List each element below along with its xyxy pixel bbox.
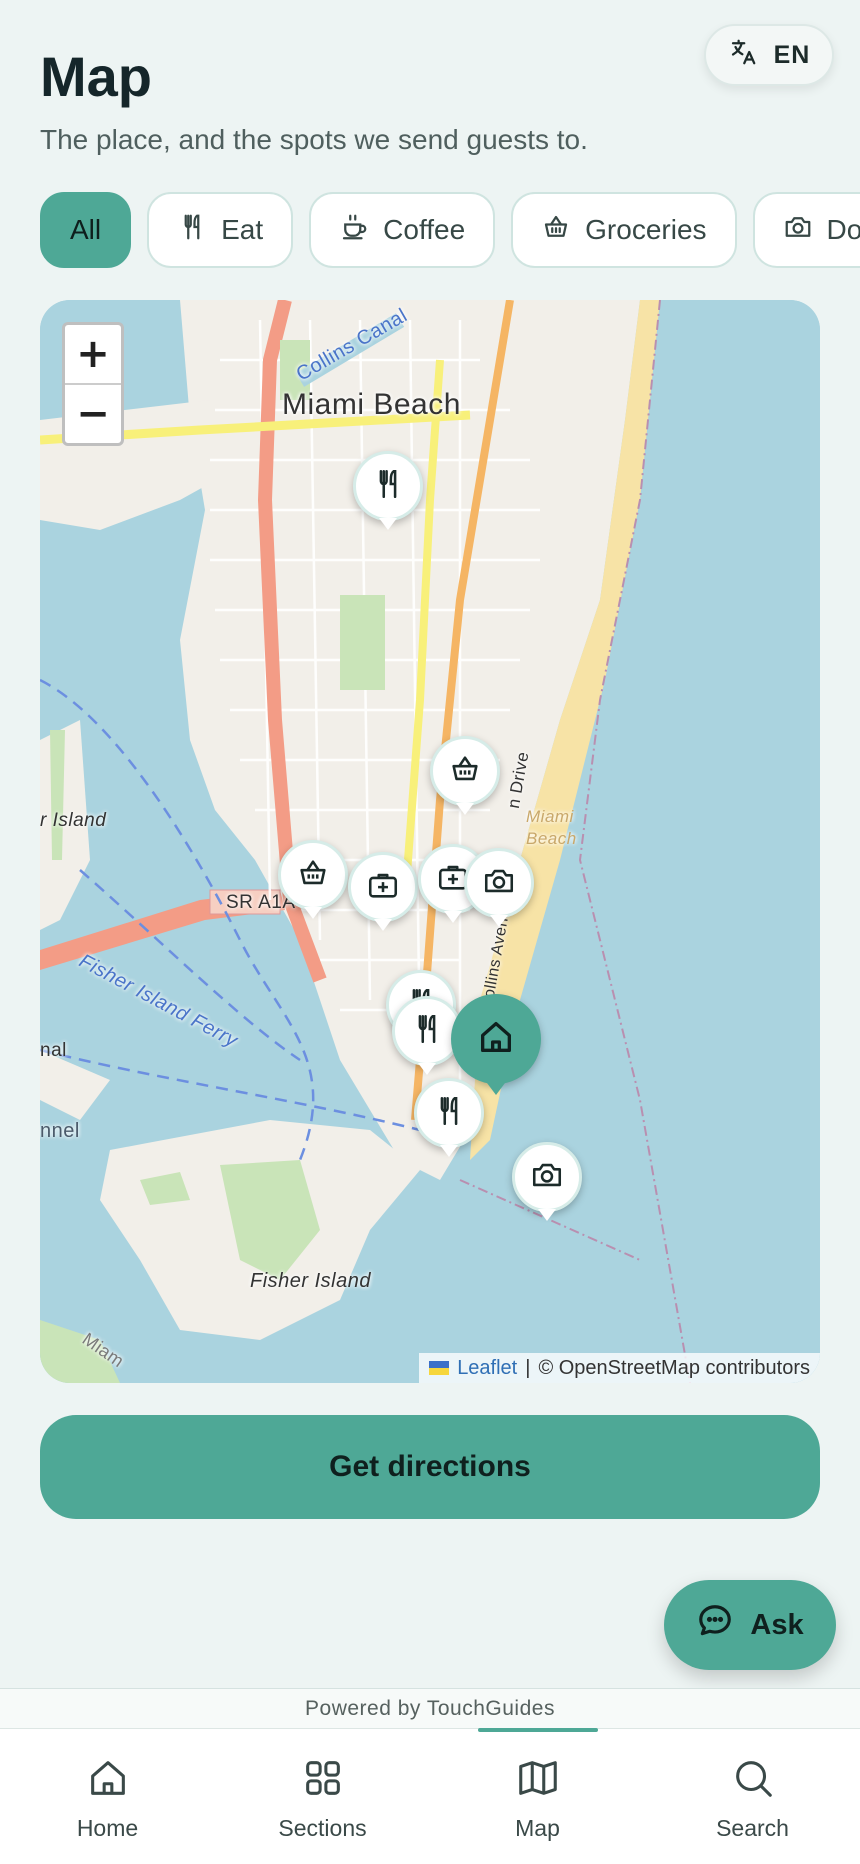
filter-chip-label: Groceries (585, 214, 707, 245)
map-marker-groceries[interactable] (278, 840, 348, 919)
tab-sections[interactable]: Sections (215, 1729, 430, 1864)
tab-search[interactable]: Search (645, 1729, 860, 1864)
tab-map[interactable]: Map (430, 1728, 645, 1864)
page-subtitle: The place, and the spots we send guests … (40, 124, 588, 155)
filter-chip-groceries[interactable]: Groceries (511, 192, 737, 268)
zoom-control: + − (62, 322, 124, 446)
camera-icon (783, 212, 813, 249)
coffee-cup-icon (339, 212, 369, 249)
zoom-out-button[interactable]: − (65, 383, 121, 443)
filter-chips: All Eat Coffee Groceries Do (40, 192, 860, 268)
tab-home[interactable]: Home (0, 1729, 215, 1864)
osm-attribution-link[interactable]: © OpenStreetMap contributors (538, 1357, 810, 1380)
basket-icon (448, 752, 482, 791)
tab-label: Map (515, 1815, 560, 1841)
filter-chip-do[interactable]: Do (752, 192, 860, 268)
fork-knife-icon (177, 212, 207, 249)
filter-chip-all[interactable]: All (40, 192, 132, 268)
zoom-in-button[interactable]: + (65, 325, 121, 383)
map-attribution: Leaflet | © OpenStreetMap contributors (419, 1353, 820, 1383)
ask-button[interactable]: Ask (664, 1580, 836, 1670)
fork-knife-icon (432, 1094, 466, 1133)
map-marker-do[interactable] (512, 1142, 582, 1221)
home-icon (476, 1017, 516, 1062)
map-label-island: r Island (40, 810, 107, 831)
translate-icon (728, 37, 758, 74)
grid-icon (300, 1755, 346, 1807)
filter-chip-label: Coffee (383, 214, 466, 245)
map-label-channel: nnel (40, 1120, 80, 1142)
home-outline-icon (85, 1755, 131, 1807)
map-icon (515, 1755, 561, 1807)
camera-icon (530, 1158, 564, 1197)
map-label-nal: nal (40, 1040, 67, 1061)
page-title: Map (40, 45, 152, 108)
map-marker-home[interactable] (451, 994, 541, 1095)
chat-bubble-icon (696, 1602, 734, 1648)
attribution-separator: | (525, 1356, 531, 1379)
map-marker-do[interactable] (464, 848, 534, 927)
ask-label: Ask (750, 1608, 804, 1641)
language-label: EN (773, 40, 811, 69)
map-label-beach: Miami Beach (526, 807, 577, 848)
filter-chip-eat[interactable]: Eat (147, 192, 294, 268)
fork-knife-icon (371, 467, 405, 506)
map-marker-eat[interactable] (414, 1078, 484, 1157)
tab-label: Sections (278, 1815, 367, 1841)
map-marker-groceries[interactable] (430, 736, 500, 815)
filter-chip-label: All (70, 214, 102, 245)
fork-knife-icon (410, 1012, 444, 1051)
basket-icon (541, 212, 571, 249)
map-tiles (40, 300, 820, 1383)
medical-kit-icon (366, 868, 400, 907)
powered-by-footer: Powered by TouchGuides (0, 1688, 860, 1728)
map-marker-medical[interactable] (348, 852, 418, 931)
map-marker-eat[interactable] (353, 451, 423, 530)
map-label-fisher-island: Fisher Island (250, 1270, 371, 1292)
filter-chip-coffee[interactable]: Coffee (309, 192, 496, 268)
camera-icon (482, 864, 516, 903)
tab-label: Search (716, 1815, 789, 1841)
get-directions-button[interactable]: Get directions (40, 1415, 820, 1519)
leaflet-link[interactable]: Leaflet (457, 1357, 517, 1380)
search-icon (730, 1755, 776, 1807)
map-view[interactable]: Miami Beach Collins Canal r Island SR A1… (40, 300, 820, 1383)
ukraine-flag-icon (429, 1361, 450, 1375)
filter-chip-label: Do (826, 214, 860, 245)
filter-chip-label: Eat (221, 214, 264, 245)
language-toggle-button[interactable]: EN (704, 24, 834, 86)
map-label-city: Miami Beach (282, 388, 461, 421)
tab-label: Home (76, 1815, 139, 1841)
basket-icon (296, 856, 330, 895)
bottom-tab-bar: Home Sections Map Search (0, 1728, 860, 1864)
